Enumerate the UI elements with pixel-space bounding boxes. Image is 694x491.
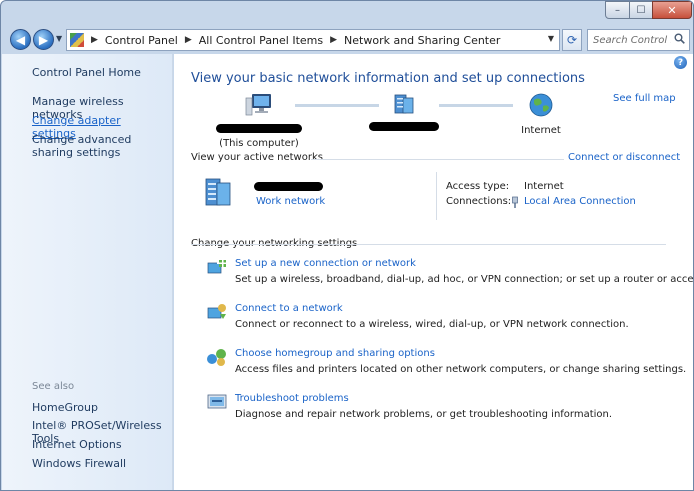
ethernet-icon <box>512 196 518 208</box>
close-button[interactable]: ✕ <box>652 1 692 19</box>
maximize-button[interactable]: ☐ <box>629 1 653 19</box>
breadcrumb-separator-icon[interactable]: ▶ <box>91 35 98 45</box>
homegroup-sharing-options-link[interactable]: Choose homegroup and sharing options <box>235 348 435 359</box>
setup-new-connection-link[interactable]: Set up a new connection or network <box>235 258 416 269</box>
help-icon: ? <box>677 57 684 68</box>
work-network-icon[interactable] <box>204 175 232 207</box>
see-also-windows-firewall-link[interactable]: Windows Firewall <box>32 457 167 470</box>
connect-to-network-link[interactable]: Connect to a network <box>235 303 343 314</box>
address-dropdown-icon[interactable]: ▼ <box>548 34 554 43</box>
new-connection-icon <box>207 258 228 274</box>
homegroup-icon <box>207 349 226 366</box>
work-network-link[interactable]: Work network <box>256 196 325 207</box>
setup-new-connection-description: Set up a wireless, broadband, dial-up, a… <box>235 274 694 285</box>
computer-icon <box>245 94 271 116</box>
internet-label: Internet <box>521 125 561 136</box>
main-content: ? View your basic network information an… <box>174 54 694 490</box>
control-panel-icon <box>70 33 84 47</box>
breadcrumb-network-sharing-center[interactable]: Network and Sharing Center <box>344 34 500 47</box>
breadcrumb-separator-icon[interactable]: ▶ <box>330 35 337 45</box>
refresh-button[interactable]: ⟳ <box>562 29 582 51</box>
map-node-this-computer[interactable]: (This computer) <box>216 92 302 149</box>
network-name-redacted <box>369 122 439 131</box>
refresh-icon: ⟳ <box>566 33 578 47</box>
map-node-network[interactable] <box>359 92 449 131</box>
explorer-window: – ☐ ✕ ◀ ▶ ▼ ▶ Control Panel ▶ All Contro… <box>0 0 694 491</box>
minimize-icon: – <box>615 4 620 16</box>
access-type-label: Access type: <box>446 181 510 192</box>
troubleshoot-problems-link[interactable]: Troubleshoot problems <box>235 393 349 404</box>
task-pane: Control Panel Home Manage wireless netwo… <box>2 54 173 490</box>
troubleshoot-problems-description: Diagnose and repair network problems, or… <box>235 409 613 420</box>
access-type-value: Internet <box>524 181 564 192</box>
homegroup-sharing-options-description: Access files and printers located on oth… <box>235 364 687 375</box>
connect-network-icon <box>207 304 226 319</box>
address-bar[interactable]: ▶ Control Panel ▶ All Control Panel Item… <box>66 29 560 51</box>
recent-pages-dropdown-icon[interactable]: ▼ <box>56 34 62 43</box>
navigation-bar: ◀ ▶ ▼ ▶ Control Panel ▶ All Control Pane… <box>1 26 693 52</box>
see-also-heading: See also <box>32 381 75 392</box>
connect-or-disconnect-link[interactable]: Connect or disconnect <box>568 152 680 163</box>
change-advanced-sharing-settings-link[interactable]: Change advanced sharing settings <box>32 133 167 159</box>
local-area-connection-link[interactable]: Local Area Connection <box>524 196 636 207</box>
network-icon <box>394 94 414 114</box>
this-computer-label: (This computer) <box>219 138 299 149</box>
see-full-map-link[interactable]: See full map <box>613 93 676 104</box>
control-panel-home-link[interactable]: Control Panel Home <box>32 66 141 79</box>
see-also-internet-options-link[interactable]: Internet Options <box>32 438 167 451</box>
search-icon[interactable] <box>674 33 685 44</box>
active-networks-heading: View your active networks <box>191 152 323 163</box>
help-button[interactable]: ? <box>674 56 687 69</box>
see-also-homegroup-link[interactable]: HomeGroup <box>32 401 167 414</box>
forward-arrow-icon: ▶ <box>38 32 49 47</box>
troubleshoot-icon <box>207 394 227 409</box>
section-divider <box>191 244 666 245</box>
close-icon: ✕ <box>667 3 677 17</box>
search-input[interactable] <box>593 34 671 46</box>
computer-name-redacted <box>216 124 302 133</box>
minimize-button[interactable]: – <box>605 1 630 19</box>
breadcrumb-separator-icon[interactable]: ▶ <box>185 35 192 45</box>
connect-to-network-description: Connect or reconnect to a wireless, wire… <box>235 319 629 330</box>
forward-button[interactable]: ▶ <box>33 29 54 50</box>
active-network-name-redacted <box>254 182 323 191</box>
back-button[interactable]: ◀ <box>10 29 31 50</box>
connections-label: Connections: <box>446 196 512 207</box>
search-box[interactable] <box>587 29 690 51</box>
back-arrow-icon: ◀ <box>15 32 26 47</box>
map-node-internet[interactable]: Internet <box>506 92 576 136</box>
title-bar: – ☐ ✕ <box>1 1 693 25</box>
maximize-icon: ☐ <box>636 4 646 16</box>
globe-icon <box>529 93 553 117</box>
breadcrumb-control-panel[interactable]: Control Panel <box>105 34 178 47</box>
section-divider <box>311 159 564 160</box>
breadcrumb-all-items[interactable]: All Control Panel Items <box>199 34 323 47</box>
vertical-divider <box>436 172 437 220</box>
page-title: View your basic network information and … <box>191 71 585 86</box>
map-connector-line <box>439 104 513 107</box>
